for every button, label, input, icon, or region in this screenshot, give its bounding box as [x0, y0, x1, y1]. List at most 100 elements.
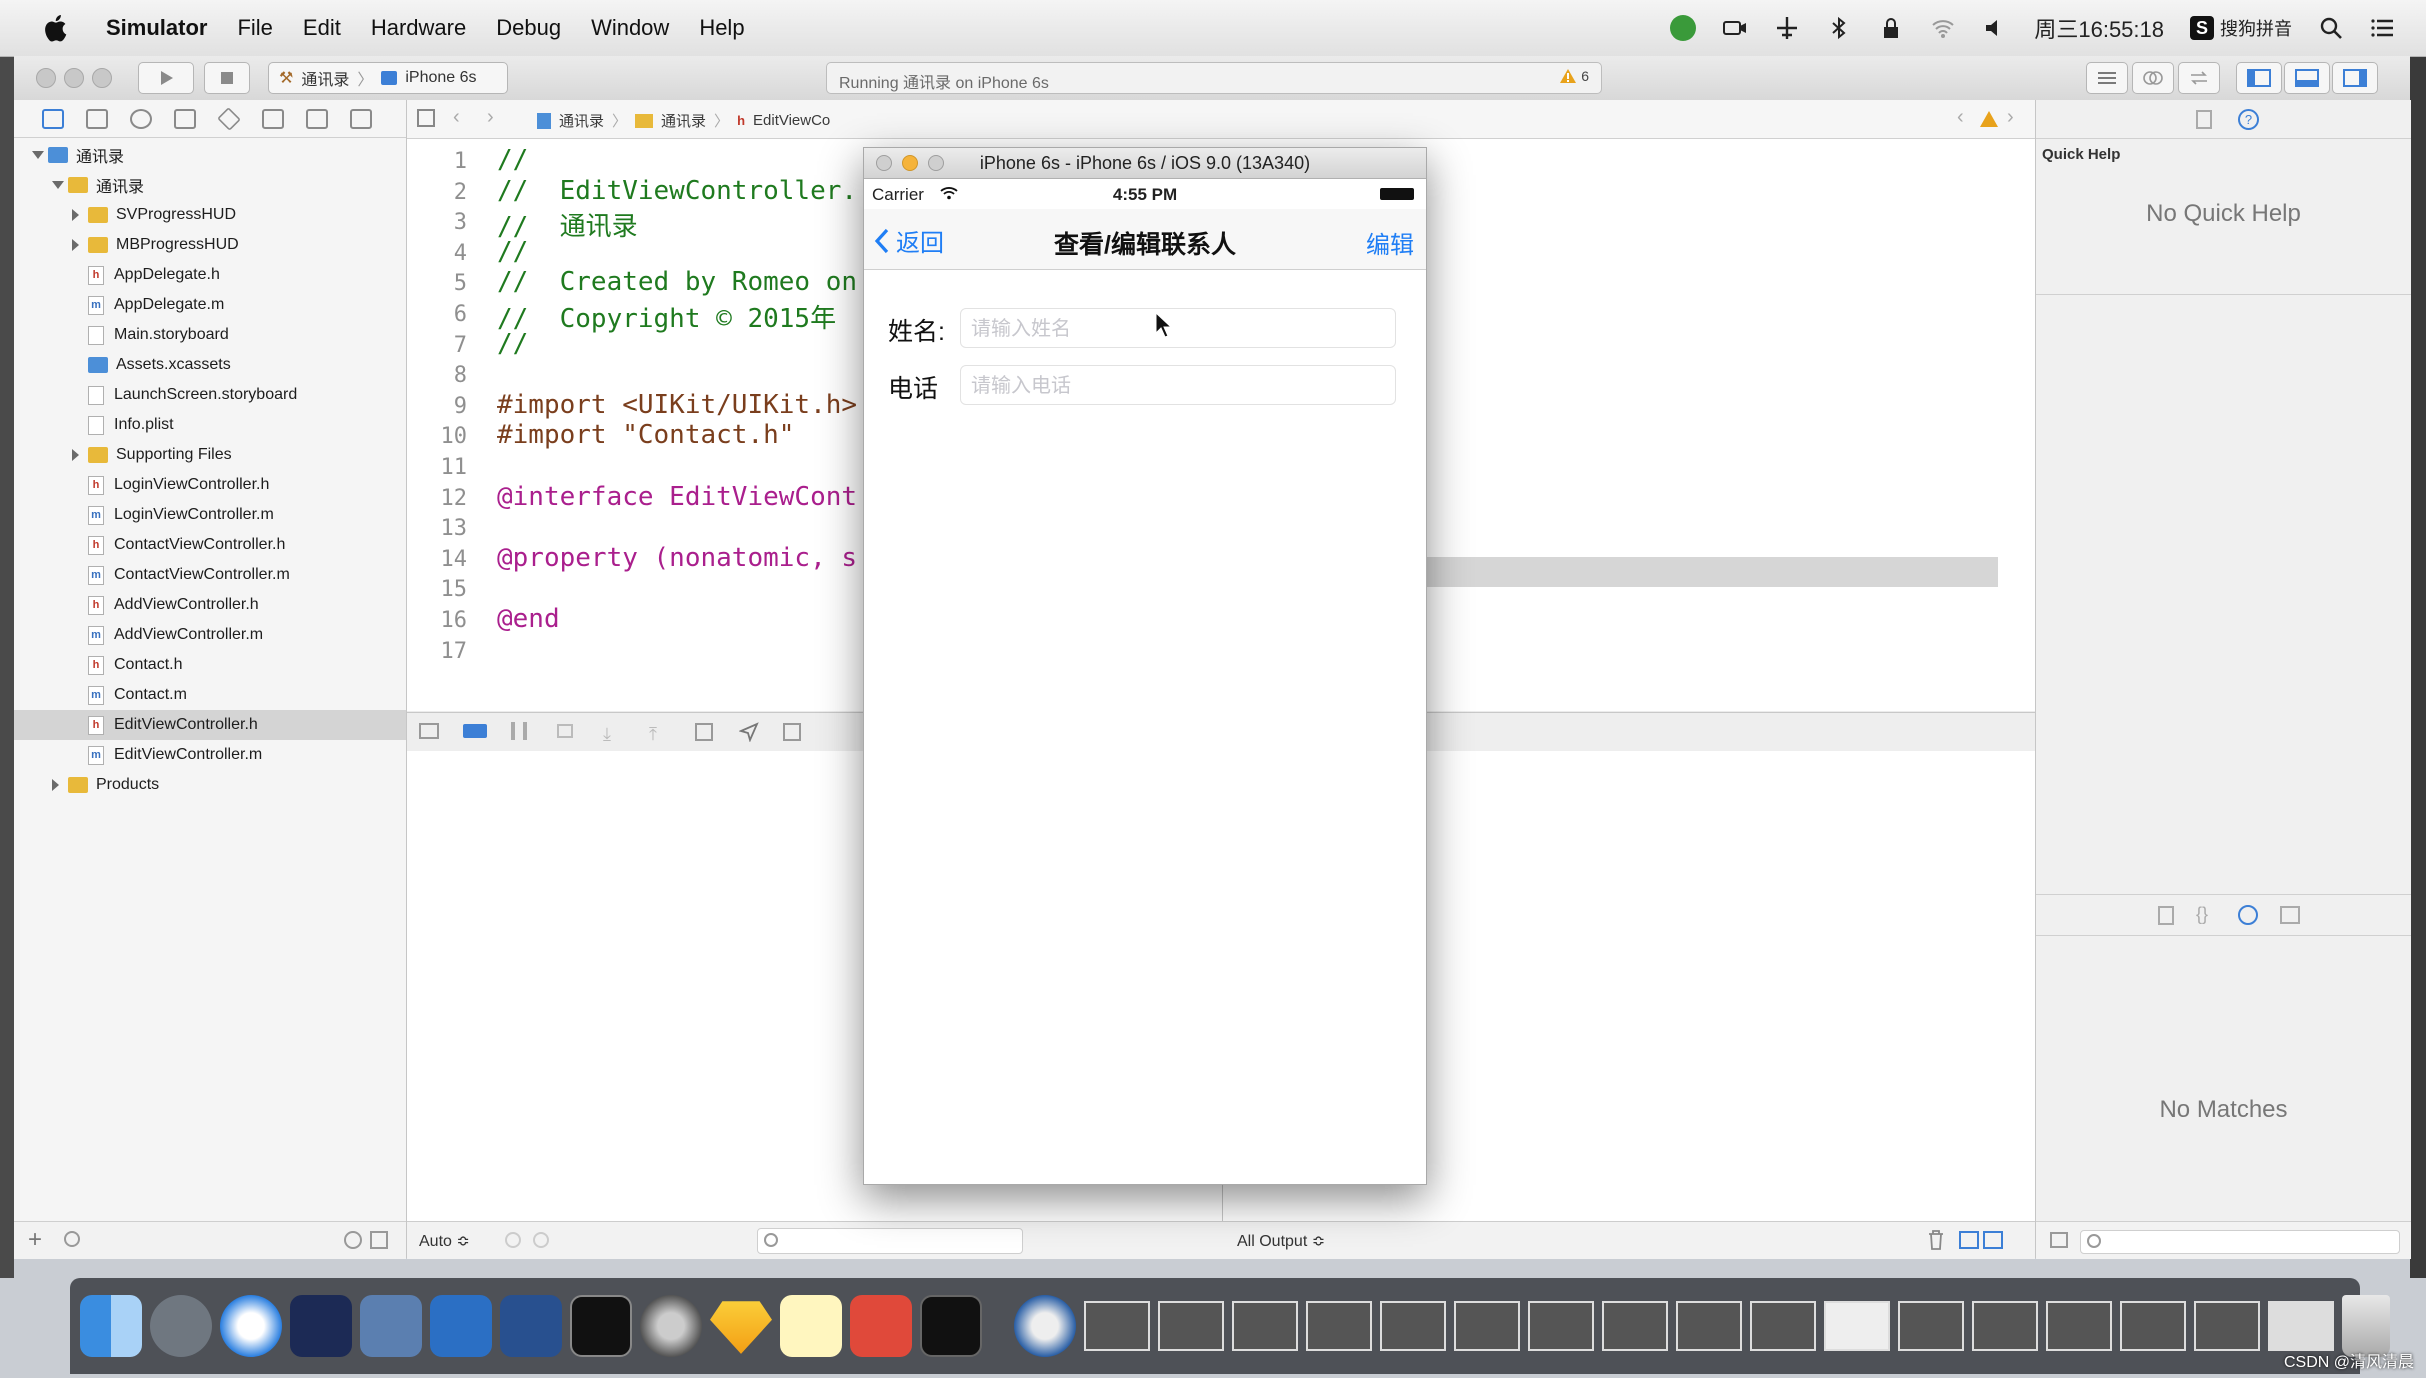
sketch-icon[interactable]: [710, 1301, 772, 1354]
navigator-item[interactable]: Supporting Files: [14, 440, 406, 470]
toggle-utilities-button[interactable]: [2332, 62, 2378, 94]
navigator-item[interactable]: m ContactViewController.m: [14, 560, 406, 590]
source-control-filter-icon[interactable]: [370, 1231, 388, 1249]
minimized-window[interactable]: [1084, 1301, 1150, 1351]
navigator-item[interactable]: 通讯录: [14, 170, 406, 200]
menu-app-name[interactable]: Simulator: [106, 15, 207, 41]
console-app-icon[interactable]: [920, 1295, 982, 1357]
volume-icon[interactable]: [1982, 15, 2008, 41]
minimized-window[interactable]: [1898, 1301, 1964, 1351]
minimized-window[interactable]: [1676, 1301, 1742, 1351]
sim-minimize-button[interactable]: [902, 155, 918, 171]
disclosure-closed-icon[interactable]: [72, 209, 79, 221]
disclosure-open-icon[interactable]: [52, 181, 64, 189]
disclosure-open-icon[interactable]: [32, 151, 44, 159]
disclosure-closed-icon[interactable]: [72, 239, 79, 251]
breakpoints-toggle-icon[interactable]: [463, 724, 487, 738]
instruments-icon[interactable]: [500, 1295, 562, 1357]
sim-close-button[interactable]: [876, 155, 892, 171]
presentation-app-icon[interactable]: [850, 1295, 912, 1357]
safari-icon[interactable]: [220, 1295, 282, 1357]
recent-files-icon[interactable]: [344, 1231, 362, 1249]
wifi-icon[interactable]: [1930, 15, 1956, 41]
info-icon[interactable]: [533, 1232, 549, 1248]
navigator-item[interactable]: Info.plist: [14, 410, 406, 440]
navigator-item[interactable]: LaunchScreen.storyboard: [14, 380, 406, 410]
assistant-editor-button[interactable]: [2132, 62, 2174, 94]
menu-hardware[interactable]: Hardware: [371, 15, 466, 41]
debug-navigator-icon[interactable]: [262, 108, 284, 129]
symbol-navigator-icon[interactable]: [86, 108, 108, 129]
issue-navigator-icon[interactable]: [174, 108, 196, 129]
scheme-selector[interactable]: ⚒ 通讯录 〉 iPhone 6s: [268, 62, 508, 94]
folder-navigator-icon[interactable]: [42, 108, 64, 129]
step-out-icon[interactable]: ⤒: [649, 724, 657, 745]
version-editor-button[interactable]: [2178, 62, 2220, 94]
quicktime-icon[interactable]: [1014, 1295, 1076, 1357]
quick-help-icon[interactable]: ?: [2238, 109, 2259, 130]
step-in-icon[interactable]: ⤓: [603, 724, 611, 745]
video-camera-icon[interactable]: [1722, 15, 1748, 41]
minimized-window[interactable]: [2120, 1301, 2186, 1351]
minimized-window[interactable]: [2046, 1301, 2112, 1351]
test-navigator-icon[interactable]: [217, 106, 241, 131]
minimized-window[interactable]: [2194, 1301, 2260, 1351]
minimized-window[interactable]: [2268, 1301, 2334, 1351]
thread-selector-icon[interactable]: [783, 723, 801, 741]
navigator-item[interactable]: h LoginViewController.h: [14, 470, 406, 500]
bluetooth-icon[interactable]: [1826, 15, 1852, 41]
eye-icon[interactable]: [505, 1232, 521, 1248]
navigator-item[interactable]: Assets.xcassets: [14, 350, 406, 380]
input-method[interactable]: S 搜狗拼音: [2190, 15, 2292, 41]
menubar-clock[interactable]: 周三16:55:18: [2034, 12, 2164, 44]
minimized-window[interactable]: [1380, 1301, 1446, 1351]
sim-zoom-button[interactable]: [928, 155, 944, 171]
add-icon[interactable]: +: [28, 1226, 42, 1254]
back-arrow-icon[interactable]: ‹: [453, 106, 460, 129]
navigator-item[interactable]: h AppDelegate.h: [14, 260, 406, 290]
navigator-item[interactable]: h AddViewController.h: [14, 590, 406, 620]
menu-file[interactable]: File: [237, 15, 272, 41]
related-items-icon[interactable]: [417, 109, 435, 127]
navigator-item[interactable]: m EditViewController.m: [14, 740, 406, 770]
minimized-window[interactable]: [1602, 1301, 1668, 1351]
navigator-item[interactable]: h ContactViewController.h: [14, 530, 406, 560]
find-navigator-icon[interactable]: [130, 108, 152, 129]
toggle-navigator-button[interactable]: [2236, 62, 2282, 94]
navigator-item[interactable]: Main.storyboard: [14, 320, 406, 350]
toggle-debug-area-button[interactable]: [2284, 62, 2330, 94]
breadcrumb-file[interactable]: EditViewCo: [753, 112, 830, 129]
terminal-icon[interactable]: [570, 1295, 632, 1357]
previous-issue-icon[interactable]: ‹: [1957, 106, 1964, 129]
system-preferences-icon[interactable]: [640, 1295, 702, 1357]
nav-edit-button[interactable]: 编辑: [1366, 225, 1414, 260]
trash-icon[interactable]: [1927, 1229, 1945, 1251]
minimized-window[interactable]: [1750, 1301, 1816, 1351]
navigator-item[interactable]: h Contact.h: [14, 650, 406, 680]
navigator-item[interactable]: SVProgressHUD: [14, 200, 406, 230]
breadcrumb-project[interactable]: 通讯录: [559, 110, 604, 131]
pause-icon[interactable]: [511, 722, 527, 740]
minimized-window[interactable]: [1972, 1301, 2038, 1351]
activity-status[interactable]: Running 通讯录 on iPhone 6s 6: [826, 62, 1602, 94]
location-icon[interactable]: [739, 722, 759, 742]
navigator-item[interactable]: 通讯录: [14, 140, 406, 170]
library-filter-field[interactable]: [2080, 1230, 2400, 1254]
warning-count[interactable]: 6: [1559, 68, 1589, 84]
menu-edit[interactable]: Edit: [303, 15, 341, 41]
hide-debug-area-icon[interactable]: [419, 723, 439, 739]
navigator-item[interactable]: h EditViewController.h: [14, 710, 406, 740]
minimized-window[interactable]: [1824, 1301, 1890, 1351]
disclosure-closed-icon[interactable]: [52, 779, 59, 791]
forward-arrow-icon[interactable]: ›: [487, 106, 494, 129]
window-close-button[interactable]: [36, 68, 56, 88]
next-issue-icon[interactable]: ›: [2007, 106, 2014, 129]
minimized-window[interactable]: [1454, 1301, 1520, 1351]
finder-icon[interactable]: [80, 1295, 142, 1357]
navigator-item[interactable]: m Contact.m: [14, 680, 406, 710]
status-app-icon[interactable]: [1670, 15, 1697, 41]
file-template-library-icon[interactable]: [2158, 906, 2174, 925]
filter-icon[interactable]: [64, 1231, 80, 1247]
menu-window[interactable]: Window: [591, 15, 669, 41]
notes-icon[interactable]: [780, 1295, 842, 1357]
